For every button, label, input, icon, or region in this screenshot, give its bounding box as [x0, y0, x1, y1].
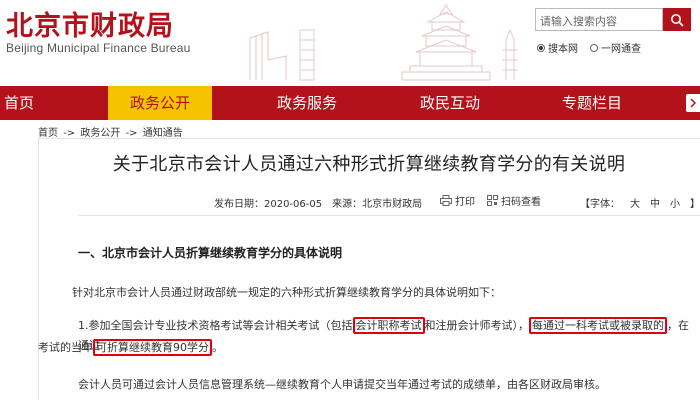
nav-scroll-button[interactable]: [686, 94, 700, 112]
nav-item-interaction[interactable]: 政民互动: [398, 86, 502, 120]
highlight-box-accounting-title-exam: 会计职称考试: [352, 317, 425, 334]
site-logo[interactable]: 北京市财政局: [6, 4, 174, 43]
font-size-small[interactable]: 小: [670, 195, 680, 210]
breadcrumb: 首页 -> 政务公开 -> 通知通告: [38, 124, 183, 139]
search-scope: 搜本网 一网通查: [537, 40, 641, 55]
highlight-box-pass-condition: 每通过一科考试或被录取的: [529, 317, 667, 334]
font-size-selector: 【字体： 大 中 小 】: [580, 195, 700, 210]
beijing-skyline-illustration: [249, 4, 518, 81]
font-size-large[interactable]: 大: [630, 195, 640, 210]
qr-view-button[interactable]: 扫码查看: [487, 193, 541, 208]
site-logo-english: Beijing Municipal Finance Bureau: [6, 41, 191, 55]
article-title: 关于北京市会计人员通过六种形式折算继续教育学分的有关说明: [112, 154, 626, 175]
font-size-medium[interactable]: 中: [650, 195, 660, 210]
article-container: [38, 138, 700, 400]
section-heading: 一、北京市会计人员折算继续教育学分的具体说明: [78, 246, 343, 260]
nav-item-services[interactable]: 政务服务: [255, 86, 359, 120]
printer-icon: [440, 195, 452, 206]
article-meta: 发布日期：2020-06-05 来源：北京市财政局: [214, 195, 422, 210]
highlight-box-credits: 可折算继续教育90学分: [93, 339, 212, 356]
article-source: 来源：北京市财政局: [332, 199, 423, 210]
search-button[interactable]: [663, 8, 691, 31]
radio-site-search[interactable]: 搜本网: [537, 40, 578, 55]
article-tools: 打印 扫码查看: [440, 193, 541, 208]
paragraph-item-1-continued: 考试的当年 可折算继续教育90学分。: [38, 339, 223, 356]
font-size-bracket: 】: [690, 199, 700, 210]
radio-unchecked-icon: [590, 43, 598, 52]
radio-portal-search[interactable]: 一网通查: [590, 40, 641, 55]
main-nav: 首页 政务公开 政务服务 政民互动 专题栏目: [0, 86, 700, 120]
print-button[interactable]: 打印: [440, 193, 475, 208]
chevron-right-icon: [690, 98, 696, 108]
nav-item-government-affairs[interactable]: 政务公开: [108, 86, 212, 120]
search-icon: [671, 13, 684, 27]
nav-item-home[interactable]: 首页: [0, 86, 38, 120]
site-header: 北京市财政局 Beijing Municipal Finance Bureau: [0, 0, 700, 86]
font-size-label: 【字体：: [580, 199, 620, 210]
paragraph-intro: 针对北京市会计人员通过财政部统一规定的六种形式折算继续教育学分的具体说明如下：: [72, 286, 501, 299]
qr-code-icon: [487, 195, 498, 206]
publish-date: 发布日期：2020-06-05: [214, 199, 323, 210]
radio-checked-icon: [537, 43, 545, 52]
paragraph-submission: 会计人员可通过会计人员信息管理系统—继续教育个人申请提交当年通过考试的成绩单，由…: [78, 378, 606, 391]
search-input[interactable]: 请输入搜索内容: [535, 8, 663, 31]
nav-item-topics[interactable]: 专题栏目: [540, 86, 644, 120]
divider: [78, 215, 700, 216]
